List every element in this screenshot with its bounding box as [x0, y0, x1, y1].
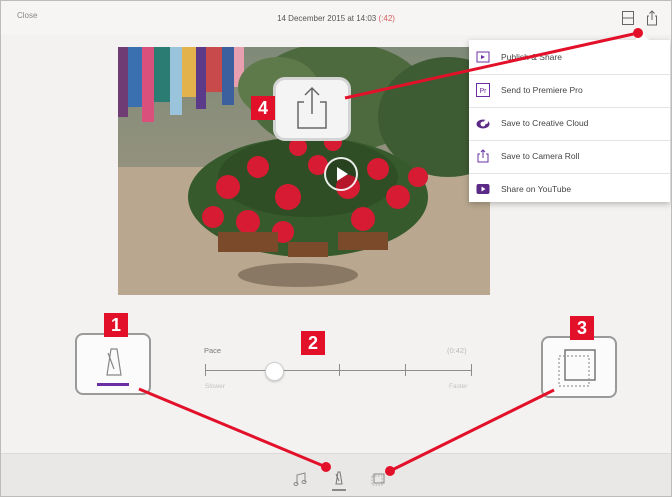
callout-lines — [138, 28, 643, 476]
app-window: Close 14 December 2015 at 14:03 (:42) Pu… — [0, 0, 672, 497]
